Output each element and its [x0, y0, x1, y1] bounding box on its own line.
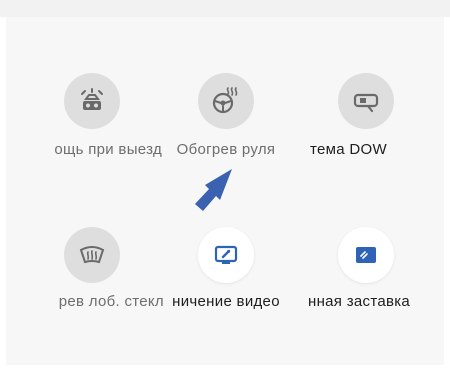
tile-label: нная заставка	[308, 293, 411, 310]
screensaver-icon	[338, 227, 394, 283]
tile-label: ощь при выезд	[54, 141, 162, 158]
windshield-defrost-icon	[64, 227, 120, 283]
top-bar	[0, 0, 450, 17]
video-restriction-icon	[198, 227, 254, 283]
tile-screensaver[interactable]: нная заставка	[296, 17, 436, 310]
tile-label: Обогрев руля	[176, 141, 276, 158]
tile-label: ничение видео	[172, 293, 280, 310]
controls-panel: ощь при выезд Обогрев руля тема DOW рев …	[6, 17, 444, 365]
tile-video-restriction[interactable]: ничение видео	[156, 17, 296, 310]
tile-windshield-heat[interactable]: рев лоб. стекл	[22, 17, 164, 310]
bottom-strip	[0, 365, 450, 375]
tile-label: тема DOW	[310, 141, 387, 158]
tile-label: рев лоб. стекл	[58, 293, 164, 310]
